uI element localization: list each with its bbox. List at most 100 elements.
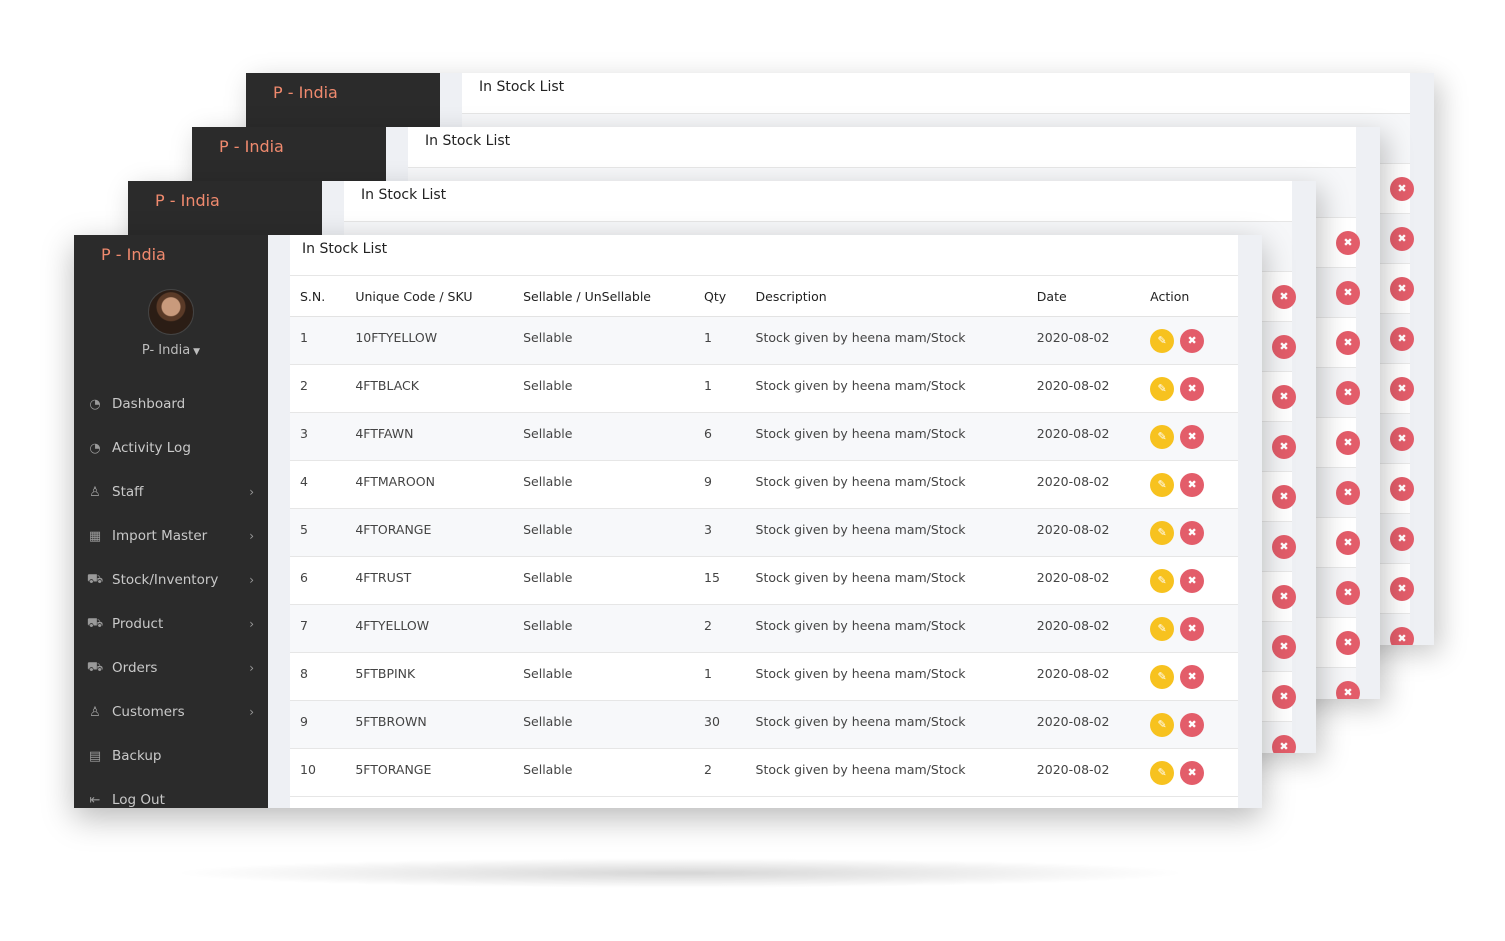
delete-button: ✖ <box>1336 331 1360 355</box>
user-icon: ♙ <box>89 484 101 500</box>
edit-button[interactable]: ✎ <box>1150 377 1175 401</box>
quantity: 2 <box>694 604 746 653</box>
stock-table: S.N. Unique Code / SKU Sellable / UnSellab… <box>290 276 1238 797</box>
sku-link[interactable]: 5FTBROWN <box>345 700 514 749</box>
edit-button[interactable]: ✎ <box>1150 329 1175 353</box>
quantity: 2 <box>694 748 746 797</box>
row-number: 10 <box>290 748 346 797</box>
edit-button[interactable]: ✎ <box>1150 617 1175 641</box>
delete-button[interactable]: ✖ <box>1180 665 1205 689</box>
action-cell: ✎ ✖ <box>1140 412 1238 461</box>
sidebar-item-label: Stock/Inventory <box>112 572 219 588</box>
chevron-right-icon: › <box>249 485 254 499</box>
sidebar-item-customers[interactable]: ♙ Customers › <box>74 690 268 734</box>
sku-link[interactable]: 10FTYELLOW <box>345 316 514 365</box>
sidebar-item-product[interactable]: ⛟ Product › <box>74 602 268 646</box>
sellable-status: Sellable <box>513 460 694 509</box>
quantity: 3 <box>694 508 746 557</box>
date: 2020-08-02 <box>1026 508 1141 557</box>
sidebar-item-label: Orders <box>112 660 158 676</box>
delete-button: ✖ <box>1272 335 1296 359</box>
drop-shadow <box>170 858 1190 888</box>
delete-button: ✖ <box>1272 735 1296 753</box>
delete-button[interactable]: ✖ <box>1180 473 1205 497</box>
stock-panel: In Stock List S.N. Unique Code / SKU Sella… <box>290 235 1238 808</box>
date: 2020-08-02 <box>1026 700 1141 749</box>
avatar[interactable] <box>148 289 194 335</box>
edit-button[interactable]: ✎ <box>1150 521 1175 545</box>
logout-icon: ⇤ <box>89 792 101 808</box>
sidebar-item-label: Activity Log <box>112 440 191 456</box>
sidebar-item-backup[interactable]: ▤ Backup <box>74 734 268 778</box>
row-number: 5 <box>290 508 346 557</box>
table-row: 4 4FTMAROON Sellable 9 Stock given by heena … <box>290 460 1238 509</box>
sku-link[interactable]: 4FTYELLOW <box>345 604 514 653</box>
delete-button[interactable]: ✖ <box>1180 329 1205 353</box>
pencil-icon: ✎ <box>1157 526 1167 539</box>
delete-button: ✖ <box>1336 231 1360 255</box>
edit-button[interactable]: ✎ <box>1150 569 1175 593</box>
delete-button[interactable]: ✖ <box>1180 713 1205 737</box>
delete-button[interactable]: ✖ <box>1180 761 1205 785</box>
delete-button: ✖ <box>1390 327 1414 351</box>
sku-link[interactable]: 5FTBPINK <box>345 652 514 701</box>
close-icon: ✖ <box>1187 574 1197 587</box>
delete-button[interactable]: ✖ <box>1180 617 1205 641</box>
action-cell: ✎ ✖ <box>1140 604 1238 653</box>
table-row: 2 4FTBLACK Sellable 1 Stock given by heena m… <box>290 364 1238 413</box>
delete-button: ✖ <box>1336 631 1360 655</box>
sidebar-item-stock-inventory[interactable]: ⛟ Stock/Inventory › <box>74 558 268 602</box>
delete-button: ✖ <box>1272 535 1296 559</box>
delete-button: ✖ <box>1336 481 1360 505</box>
delete-button[interactable]: ✖ <box>1180 521 1205 545</box>
description: Stock given by heena mam/Stock <box>745 604 1027 653</box>
sku-link[interactable]: 5FTORANGE <box>345 748 514 797</box>
date: 2020-08-02 <box>1026 652 1141 701</box>
chevron-right-icon: › <box>249 529 254 543</box>
table-row: 8 5FTBPINK Sellable 1 Stock given by heena m… <box>290 652 1238 701</box>
edit-button[interactable]: ✎ <box>1150 425 1175 449</box>
edit-button[interactable]: ✎ <box>1150 713 1175 737</box>
sidebar-item-staff[interactable]: ♙ Staff › <box>74 470 268 514</box>
sidebar-item-label: Import Master <box>112 528 208 544</box>
sku-link[interactable]: 4FTFAWN <box>345 412 514 461</box>
action-cell: ✎ ✖ <box>1140 316 1238 365</box>
description: Stock given by heena mam/Stock <box>745 460 1027 509</box>
brand-logo: P - India <box>155 191 220 210</box>
pencil-icon: ✎ <box>1157 622 1167 635</box>
edit-button[interactable]: ✎ <box>1150 473 1175 497</box>
delete-button[interactable]: ✖ <box>1180 377 1205 401</box>
date: 2020-08-02 <box>1026 412 1141 461</box>
sidebar-item-import-master[interactable]: ▦ Import Master › <box>74 514 268 558</box>
description: Stock given by heena mam/Stock <box>745 316 1027 365</box>
cart-icon: ⛟ <box>86 659 104 675</box>
sidebar-item-activity-log[interactable]: ◔ Activity Log <box>74 426 268 470</box>
edit-button[interactable]: ✎ <box>1150 761 1175 785</box>
brand-logo: P - India <box>273 83 338 102</box>
delete-button[interactable]: ✖ <box>1180 569 1205 593</box>
date: 2020-08-02 <box>1026 460 1141 509</box>
delete-button: ✖ <box>1336 531 1360 555</box>
user-menu-toggle[interactable]: P- India ▼ <box>74 343 268 358</box>
sku-link[interactable]: 4FTMAROON <box>345 460 514 509</box>
brand-logo[interactable]: P - India <box>74 235 268 289</box>
sidebar-item-log-out[interactable]: ⇤ Log Out <box>74 778 268 808</box>
sidebar-item-dashboard[interactable]: ◔ Dashboard <box>74 382 268 426</box>
date: 2020-08-02 <box>1026 748 1141 797</box>
sidebar-item-label: Staff <box>112 484 144 500</box>
description: Stock given by heena mam/Stock <box>745 748 1027 797</box>
sidebar-item-orders[interactable]: ⛟ Orders › <box>74 646 268 690</box>
action-cell: ✎ ✖ <box>1140 700 1238 749</box>
sku-link[interactable]: 4FTRUST <box>345 556 514 605</box>
edit-button[interactable]: ✎ <box>1150 665 1175 689</box>
action-cell: ✎ ✖ <box>1140 364 1238 413</box>
sku-link[interactable]: 4FTORANGE <box>345 508 514 557</box>
column-header: Qty <box>694 276 746 317</box>
description: Stock given by heena mam/Stock <box>745 700 1027 749</box>
column-header: Sellable / UnSellable <box>513 276 694 317</box>
quantity: 9 <box>694 460 746 509</box>
row-number: 2 <box>290 364 346 413</box>
caret-down-icon: ▼ <box>193 347 201 357</box>
sku-link[interactable]: 4FTBLACK <box>345 364 514 413</box>
delete-button[interactable]: ✖ <box>1180 425 1205 449</box>
